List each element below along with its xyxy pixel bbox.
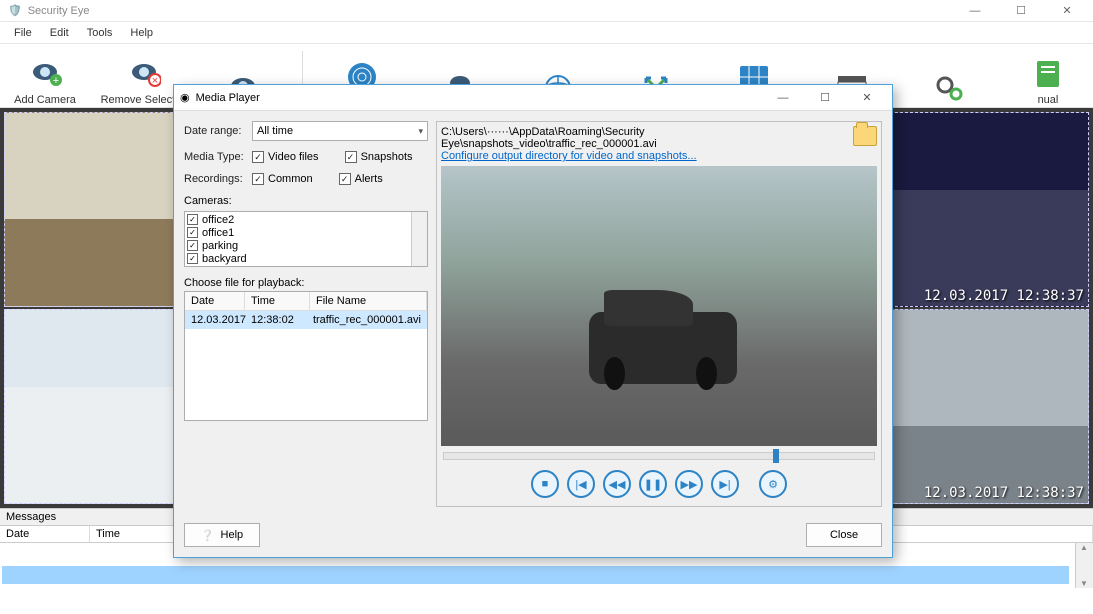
message-row[interactable] (2, 566, 1069, 584)
scrollbar[interactable] (1075, 543, 1093, 588)
file-list[interactable]: Date Time File Name 12.03.2017 12:38:02 … (184, 291, 428, 421)
dialog-close-button[interactable]: ✕ (848, 87, 886, 109)
configure-output-link[interactable]: Configure output directory for video and… (441, 150, 697, 162)
menu-file[interactable]: File (6, 25, 40, 41)
dialog-minimize-button[interactable]: — (764, 87, 802, 109)
date-range-select[interactable]: All time ▾ (252, 121, 428, 141)
folder-search-icon[interactable] (853, 126, 877, 146)
stop-button[interactable]: ■ (531, 470, 559, 498)
file-row[interactable]: 12.03.2017 12:38:02 traffic_rec_000001.a… (185, 311, 427, 329)
dialog-maximize-button[interactable]: ☐ (806, 87, 844, 109)
camera-remove-icon: × (126, 56, 162, 92)
camera-checklist[interactable]: ✓office2 ✓office1 ✓parking ✓backyard (184, 211, 428, 267)
titlebar: 🛡️ Security Eye — ☐ ✕ (0, 0, 1093, 22)
video-files-checkbox[interactable]: ✓Video files (252, 151, 319, 163)
menubar: File Edit Tools Help (0, 22, 1093, 44)
toolbar-gears-button[interactable] (911, 46, 989, 106)
chevron-down-icon: ▾ (418, 126, 423, 137)
col-filename[interactable]: File Name (310, 292, 427, 310)
svg-text:×: × (152, 75, 158, 87)
forward-button[interactable]: ▶▶ (675, 470, 703, 498)
cameras-label: Cameras: (184, 195, 428, 207)
date-range-value: All time (257, 125, 293, 137)
help-icon: ❔ (201, 529, 215, 542)
pause-button[interactable]: ❚❚ (639, 470, 667, 498)
video-viewport[interactable] (441, 166, 877, 446)
common-checkbox[interactable]: ✓Common (252, 173, 313, 185)
toolbar-manual-button[interactable]: nual (1009, 46, 1087, 106)
menu-edit[interactable]: Edit (42, 25, 77, 41)
choose-file-label: Choose file for playback: (184, 277, 428, 289)
media-player-dialog: ◉ Media Player — ☐ ✕ Date range: All tim… (173, 84, 893, 558)
svg-text:+: + (53, 75, 59, 87)
add-camera-button[interactable]: + Add Camera (6, 46, 84, 106)
dialog-titlebar: ◉ Media Player — ☐ ✕ (174, 85, 892, 111)
snapshots-checkbox[interactable]: ✓Snapshots (345, 151, 413, 163)
minimize-button[interactable]: — (953, 1, 997, 21)
add-camera-label: Add Camera (14, 94, 76, 106)
dialog-title: Media Player (196, 92, 260, 104)
help-button[interactable]: ❔Help (184, 523, 260, 547)
book-icon (1030, 56, 1066, 92)
media-type-label: Media Type: (184, 151, 244, 163)
menu-help[interactable]: Help (122, 25, 161, 41)
app-title: Security Eye (28, 5, 90, 17)
remove-selected-button[interactable]: × Remove Selected (104, 46, 184, 106)
rewind-button[interactable]: ◀◀ (603, 470, 631, 498)
timestamp: 12.03.2017 12:38:37 (924, 485, 1084, 501)
menu-tools[interactable]: Tools (79, 25, 121, 41)
app-icon: 🛡️ (8, 4, 22, 17)
recordings-label: Recordings: (184, 173, 244, 185)
manual-label: nual (1038, 94, 1059, 106)
file-path: C:\Users\······\AppData\Roaming\Security… (441, 126, 847, 150)
scrollbar[interactable] (411, 212, 427, 266)
settings-button[interactable]: ⚙ (759, 470, 787, 498)
timestamp: 12.03.2017 12:38:37 (924, 288, 1084, 304)
prev-button[interactable]: |◀ (567, 470, 595, 498)
next-button[interactable]: ▶| (711, 470, 739, 498)
date-range-label: Date range: (184, 125, 244, 137)
camera-add-icon: + (27, 56, 63, 92)
col-time[interactable]: Time (245, 292, 310, 310)
gears-icon (932, 70, 968, 106)
close-button[interactable]: ✕ (1045, 1, 1089, 21)
close-button[interactable]: Close (806, 523, 882, 547)
col-time[interactable]: Time (90, 526, 185, 542)
target-icon: ◉ (180, 91, 190, 104)
maximize-button[interactable]: ☐ (999, 1, 1043, 21)
alerts-checkbox[interactable]: ✓Alerts (339, 173, 383, 185)
col-date[interactable]: Date (0, 526, 90, 542)
seek-slider[interactable] (443, 452, 875, 460)
col-date[interactable]: Date (185, 292, 245, 310)
